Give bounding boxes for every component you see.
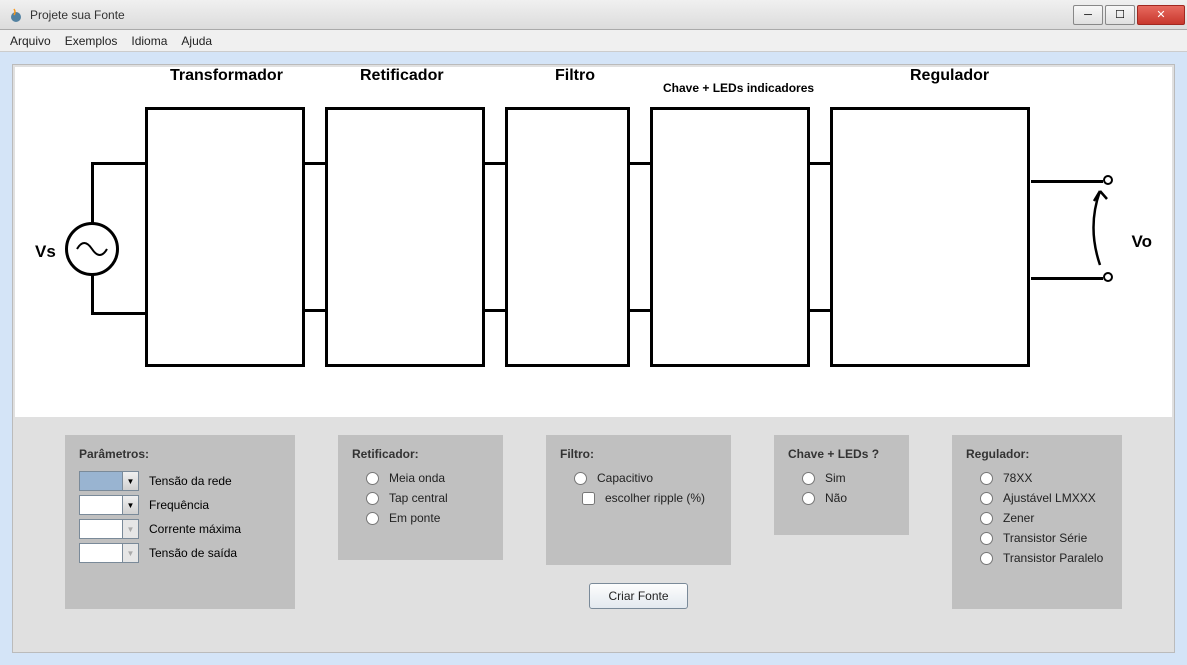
radio-78xx[interactable]: 78XX: [980, 471, 1108, 485]
connector: [810, 107, 830, 367]
combo-tensao-rede[interactable]: ▼: [79, 471, 139, 491]
radio-nao[interactable]: Não: [802, 491, 895, 505]
connector: [485, 107, 505, 367]
output-label-vo: Vo: [1132, 232, 1152, 252]
radio-meia-onda[interactable]: Meia onda: [366, 471, 489, 485]
menubar: Arquivo Exemplos Idioma Ajuda: [0, 30, 1187, 52]
check-escolher-ripple[interactable]: escolher ripple (%): [582, 491, 717, 505]
radio-sim[interactable]: Sim: [802, 471, 895, 485]
maximize-button[interactable]: ☐: [1105, 5, 1135, 25]
window-titlebar: Projete sua Fonte ─ ☐ ✕: [0, 0, 1187, 30]
radio-transistor-serie[interactable]: Transistor Série: [980, 531, 1108, 545]
block-retificador: [325, 107, 485, 367]
vo-arrow-icon: [1085, 187, 1115, 267]
block-transformador: [145, 107, 305, 367]
label-tensao-rede: Tensão da rede: [149, 474, 232, 488]
minimize-button[interactable]: ─: [1073, 5, 1103, 25]
panel-filtro: Filtro: Capacitivo escolher ripple (%): [546, 435, 731, 565]
chevron-down-icon: ▼: [122, 496, 138, 514]
output-terminal-bottom: [1103, 272, 1113, 282]
block-regulador: [830, 107, 1030, 367]
radio-capacitivo[interactable]: Capacitivo: [574, 471, 717, 485]
menu-idioma[interactable]: Idioma: [131, 34, 167, 48]
window-title: Projete sua Fonte: [30, 8, 125, 22]
output-terminal-top: [1103, 175, 1113, 185]
panel-regulador: Regulador: 78XX Ajustável LMXXX Zener Tr…: [952, 435, 1122, 609]
java-icon: [8, 7, 24, 23]
block-label-transformador: Transformador: [170, 67, 283, 85]
combo-frequencia[interactable]: ▼: [79, 495, 139, 515]
block-label-chave-leds: Chave + LEDs indicadores: [663, 81, 814, 95]
chevron-down-icon: ▼: [122, 520, 138, 538]
radio-zener[interactable]: Zener: [980, 511, 1108, 525]
panel-parametros: Parâmetros: ▼ Tensão da rede ▼ Frequênci…: [65, 435, 295, 609]
label-frequencia: Frequência: [149, 498, 209, 512]
block-chave-leds: [650, 107, 810, 367]
block-label-regulador: Regulador: [910, 67, 989, 85]
label-tensao-saida: Tensão de saída: [149, 546, 237, 560]
menu-arquivo[interactable]: Arquivo: [10, 34, 51, 48]
menu-exemplos[interactable]: Exemplos: [65, 34, 118, 48]
panel-title-chave: Chave + LEDs ?: [788, 447, 895, 461]
block-filtro: [505, 107, 630, 367]
label-corrente-maxima: Corrente máxima: [149, 522, 241, 536]
ac-source-icon: [65, 222, 119, 276]
connector: [630, 107, 650, 367]
combo-tensao-saida[interactable]: ▼: [79, 543, 139, 563]
connector: [305, 107, 325, 367]
source-label-vs: Vs: [35, 242, 56, 262]
menu-ajuda[interactable]: Ajuda: [181, 34, 212, 48]
block-label-retificador: Retificador: [360, 67, 444, 85]
chevron-down-icon: ▼: [122, 544, 138, 562]
radio-transistor-paralelo[interactable]: Transistor Paralelo: [980, 551, 1108, 565]
panel-title-parametros: Parâmetros:: [79, 447, 281, 461]
panel-chave-leds: Chave + LEDs ? Sim Não: [774, 435, 909, 535]
radio-em-ponte[interactable]: Em ponte: [366, 511, 489, 525]
combo-corrente-maxima[interactable]: ▼: [79, 519, 139, 539]
criar-fonte-button[interactable]: Criar Fonte: [589, 583, 687, 609]
chevron-down-icon: ▼: [122, 472, 138, 490]
panel-title-retificador: Retificador:: [352, 447, 489, 461]
radio-tap-central[interactable]: Tap central: [366, 491, 489, 505]
block-diagram: Vs Vo Transformador Retificador Filtro C…: [15, 67, 1172, 417]
panel-title-regulador: Regulador:: [966, 447, 1108, 461]
window-controls: ─ ☐ ✕: [1073, 5, 1187, 25]
panel-title-filtro: Filtro:: [560, 447, 717, 461]
close-button[interactable]: ✕: [1137, 5, 1185, 25]
radio-ajustavel-lmxxx[interactable]: Ajustável LMXXX: [980, 491, 1108, 505]
panel-retificador: Retificador: Meia onda Tap central Em po…: [338, 435, 503, 560]
block-label-filtro: Filtro: [555, 67, 595, 85]
